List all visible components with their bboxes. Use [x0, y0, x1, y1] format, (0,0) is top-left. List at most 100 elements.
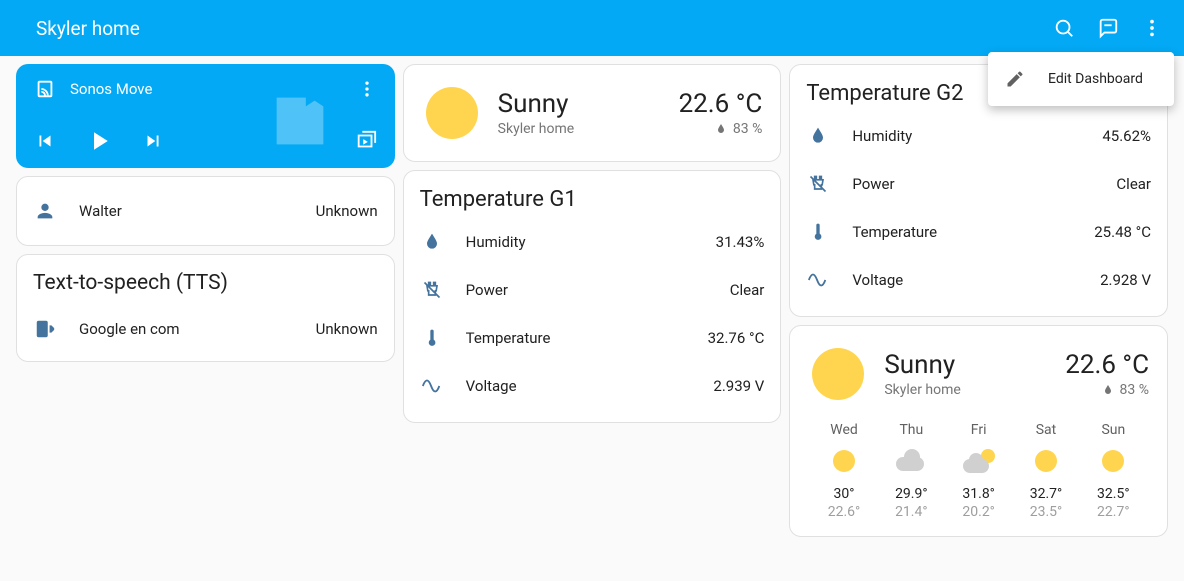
- humidity-drop-icon: [1102, 384, 1114, 396]
- forecast-day-name: Sat: [1014, 422, 1077, 438]
- forecast-day-name: Sun: [1082, 422, 1145, 438]
- power-off-icon: [806, 172, 830, 196]
- search-icon[interactable]: [1052, 16, 1076, 40]
- pencil-icon: [1004, 68, 1026, 90]
- g2-humidity-label: Humidity: [852, 127, 1080, 145]
- app-header: Skyler home: [0, 0, 1184, 56]
- sun-icon: [426, 87, 478, 139]
- g2-power-value: Clear: [1116, 175, 1151, 193]
- weather2-humidity: 83 %: [1120, 382, 1149, 398]
- g1-power-label: Power: [466, 281, 708, 299]
- edit-dashboard-label: Edit Dashboard: [1048, 71, 1143, 87]
- weather-temp: 22.6 °C: [679, 89, 763, 119]
- forecast-low: 21.4°: [880, 504, 943, 520]
- g1-volt-label: Voltage: [466, 377, 692, 395]
- weather2-state: Sunny: [884, 350, 1045, 380]
- humidity-icon: [420, 230, 444, 254]
- person-card[interactable]: Walter Unknown: [16, 176, 395, 246]
- tts-row[interactable]: Google en com Unknown: [33, 309, 378, 349]
- column-3: Temperature G2 Humidity 45.62% Power Cle…: [789, 64, 1168, 537]
- tts-name: Google en com: [79, 320, 294, 338]
- g1-humidity-value: 31.43%: [716, 233, 765, 251]
- tts-title: Text-to-speech (TTS): [33, 271, 378, 295]
- forecast-day: Wed 30° 22.6°: [812, 422, 875, 520]
- person-state: Unknown: [316, 202, 378, 220]
- g1-volt-value: 2.939 V: [713, 377, 764, 395]
- forecast-high: 29.9°: [880, 486, 943, 502]
- forecast-low: 22.7°: [1082, 504, 1145, 520]
- cast-icon: [34, 78, 56, 100]
- forecast-day: Fri 31.8° 20.2°: [947, 422, 1010, 520]
- sun-icon: [1102, 450, 1124, 472]
- g2-temp-value: 25.48 °C: [1094, 223, 1151, 241]
- chat-icon[interactable]: [1096, 16, 1120, 40]
- weather-card-1[interactable]: Sunny Skyler home 22.6 °C 83 %: [403, 64, 782, 162]
- overflow-menu: Edit Dashboard: [988, 52, 1174, 106]
- column-1: Sonos Move: [16, 64, 395, 537]
- sine-wave-icon: [806, 268, 830, 292]
- power-off-icon: [420, 278, 444, 302]
- forecast-day-name: Wed: [812, 422, 875, 438]
- weather2-temp: 22.6 °C: [1065, 350, 1149, 380]
- g1-title: Temperature G1: [420, 187, 765, 212]
- edit-dashboard-item[interactable]: Edit Dashboard: [988, 58, 1174, 100]
- person-name: Walter: [79, 202, 294, 220]
- forecast-day: Sat32.7°23.5°: [1014, 422, 1077, 520]
- g2-power-row[interactable]: Power Clear: [806, 164, 1151, 204]
- sun-icon: [833, 450, 855, 472]
- g1-temp-value: 32.76 °C: [708, 329, 765, 347]
- g1-humidity-label: Humidity: [466, 233, 694, 251]
- humidity-icon: [806, 124, 830, 148]
- forecast-low: 22.6°: [812, 504, 875, 520]
- g2-humidity-row[interactable]: Humidity 45.62%: [806, 116, 1151, 156]
- forecast-high: 30°: [812, 486, 875, 502]
- weather-humidity: 83 %: [733, 121, 762, 137]
- header-actions: [1052, 16, 1164, 40]
- forecast-row: Wed30°22.6°Thu29.9°21.4°Fri31.8°20.2°Sat…: [806, 422, 1151, 520]
- thermometer-icon: [806, 220, 830, 244]
- g1-temperature-row[interactable]: Temperature 32.76 °C: [420, 318, 765, 358]
- cloud-icon: [896, 451, 926, 471]
- g2-temperature-row[interactable]: Temperature 25.48 °C: [806, 212, 1151, 252]
- media-more-icon[interactable]: [357, 79, 377, 99]
- g2-power-label: Power: [852, 175, 1094, 193]
- person-icon: [33, 199, 57, 223]
- thermometer-icon: [420, 326, 444, 350]
- g1-temp-label: Temperature: [466, 329, 686, 347]
- g2-humidity-value: 45.62%: [1102, 127, 1151, 145]
- forecast-day-name: Fri: [947, 422, 1010, 438]
- weather-state: Sunny: [498, 89, 659, 119]
- forecast-day-name: Thu: [880, 422, 943, 438]
- tts-card: Text-to-speech (TTS) Google en com Unkno…: [16, 254, 395, 362]
- g2-voltage-row[interactable]: Voltage 2.928 V: [806, 260, 1151, 300]
- humidity-drop-icon: [715, 123, 727, 135]
- g2-volt-value: 2.928 V: [1100, 271, 1151, 289]
- skip-previous-icon[interactable]: [34, 130, 56, 152]
- column-2: Sunny Skyler home 22.6 °C 83 % Temperatu…: [403, 64, 782, 537]
- sun-icon: [1035, 450, 1057, 472]
- partly-cloudy-icon: [963, 449, 995, 473]
- g2-temp-label: Temperature: [852, 223, 1072, 241]
- more-icon[interactable]: [1140, 16, 1164, 40]
- g1-voltage-row[interactable]: Voltage 2.939 V: [420, 366, 765, 406]
- forecast-low: 20.2°: [947, 504, 1010, 520]
- forecast-day: Thu 29.9° 21.4°: [880, 422, 943, 520]
- skip-next-icon[interactable]: [142, 130, 164, 152]
- forecast-day: Sun 32.5° 22.7°: [1082, 422, 1145, 520]
- forecast-low: 23.5°: [1014, 504, 1077, 520]
- g2-volt-label: Voltage: [852, 271, 1078, 289]
- sun-icon: [812, 348, 864, 400]
- media-title: Sonos Move: [70, 80, 152, 98]
- app-title: Skyler home: [36, 17, 1052, 40]
- tts-state: Unknown: [316, 320, 378, 338]
- forecast-high: 32.5°: [1082, 486, 1145, 502]
- weather-forecast-card[interactable]: Sunny Skyler home 22.6 °C 83 % Wed30°22.…: [789, 325, 1168, 537]
- g1-power-row[interactable]: Power Clear: [420, 270, 765, 310]
- g1-humidity-row[interactable]: Humidity 31.43%: [420, 222, 765, 262]
- weather-location: Skyler home: [498, 121, 659, 137]
- temperature-g1-card: Temperature G1 Humidity 31.43% Power Cle…: [403, 170, 782, 423]
- browse-media-icon[interactable]: [355, 130, 377, 152]
- play-icon[interactable]: [84, 126, 114, 156]
- forecast-high: 31.8°: [947, 486, 1010, 502]
- media-player-card[interactable]: Sonos Move: [16, 64, 395, 168]
